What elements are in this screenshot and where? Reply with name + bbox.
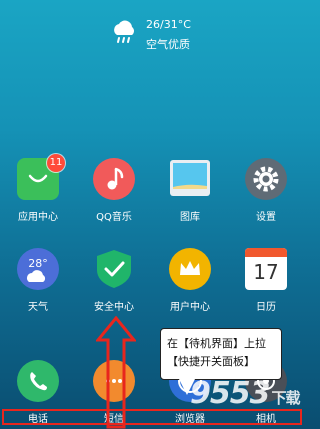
app-security-center[interactable]: 安全中心	[84, 248, 144, 313]
music-note-icon	[93, 158, 135, 200]
app-label: 图库	[180, 212, 200, 223]
instruction-callout: 在【待机界面】上拉 【快捷开关面板】	[160, 328, 282, 395]
weather-temperature: 26/31°C	[146, 18, 191, 31]
app-label: 安全中心	[94, 302, 134, 313]
weather-icon: 28°	[17, 248, 59, 290]
app-weather[interactable]: 28° 天气	[8, 248, 68, 313]
swipe-up-arrow-icon	[96, 316, 136, 429]
dock-highlight-frame	[2, 409, 302, 425]
callout-line-2: 【快捷开关面板】	[167, 355, 255, 368]
watermark-text: 9553	[190, 376, 270, 411]
app-label: 天气	[28, 302, 48, 313]
app-app-center[interactable]: 11 应用中心	[8, 154, 68, 223]
site-watermark: 9553 下载	[190, 376, 301, 411]
app-qq-music[interactable]: QQ音乐	[84, 158, 144, 223]
app-label: 日历	[256, 302, 276, 313]
gear-icon	[245, 158, 287, 200]
shield-check-icon	[93, 248, 135, 290]
calendar-icon: 17	[245, 248, 287, 290]
cloud-rain-icon	[114, 20, 134, 43]
calendar-day: 17	[253, 260, 279, 284]
weather-widget[interactable]: 26/31°C 空气优质	[110, 16, 230, 52]
shopping-bag-icon: 11	[17, 154, 65, 200]
weather-app-temperature: 28°	[28, 257, 48, 270]
app-label: 应用中心	[18, 212, 58, 223]
app-label: QQ音乐	[96, 212, 132, 223]
app-gallery[interactable]: 图库	[160, 158, 220, 223]
app-user-center[interactable]: 用户中心	[160, 248, 220, 313]
phone-icon	[17, 360, 59, 402]
app-settings[interactable]: 设置	[236, 158, 296, 223]
app-label: 设置	[256, 212, 276, 223]
gallery-icon	[169, 158, 211, 200]
callout-line-1: 在【待机界面】上拉	[167, 337, 266, 350]
app-label: 用户中心	[170, 302, 210, 313]
notification-badge: 11	[47, 154, 65, 172]
watermark-suffix: 下载	[271, 389, 301, 407]
weather-air-quality: 空气优质	[146, 38, 190, 51]
app-calendar[interactable]: 17 日历	[236, 248, 296, 313]
crown-icon	[169, 248, 211, 290]
